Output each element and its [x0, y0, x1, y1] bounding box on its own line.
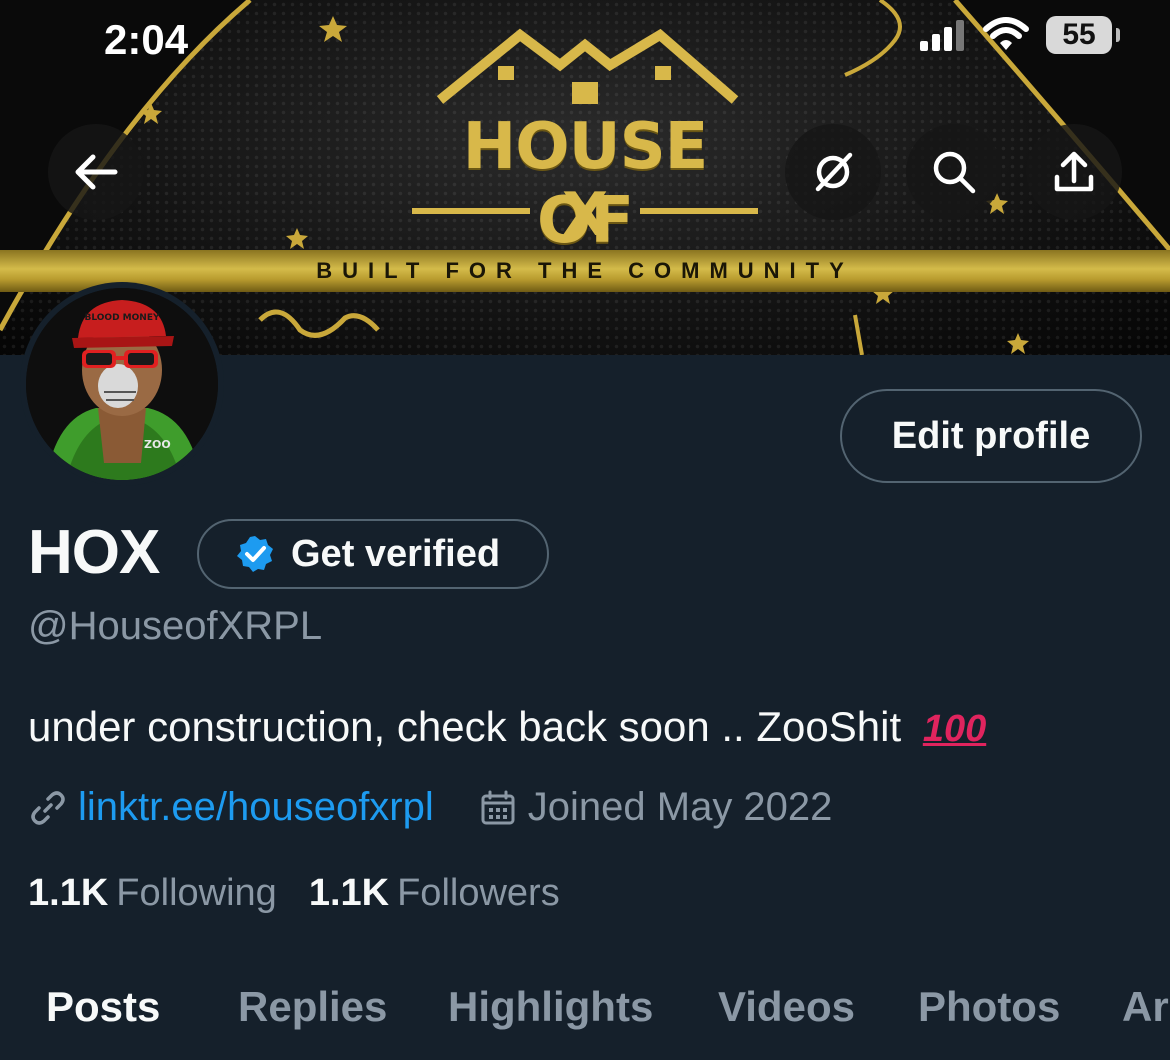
profile-link[interactable]: linktr.ee/houseofxrpl — [78, 785, 434, 830]
share-button[interactable] — [1026, 124, 1122, 220]
battery-indicator: 55 — [1046, 16, 1120, 54]
share-icon — [1054, 151, 1094, 192]
profile-name: HOX — [28, 518, 160, 587]
back-arrow-icon — [75, 154, 118, 190]
wifi-icon — [983, 17, 1029, 50]
edit-profile-button[interactable]: Edit profile — [840, 389, 1142, 483]
avatar-cap-text: BLOOD MONEY — [85, 313, 160, 323]
banner-logo-x: X — [561, 180, 609, 250]
following-link[interactable]: 1.1K Following — [28, 872, 277, 915]
follow-stats: 1.1K Following 1.1K Followers — [28, 872, 560, 915]
following-count: 1.1K — [28, 872, 109, 914]
get-verified-button[interactable]: Get verified — [197, 519, 549, 589]
get-verified-label: Get verified — [291, 532, 501, 575]
profile-tabs: Posts Replies Highlights Videos Photos A… — [0, 983, 1170, 1060]
avatar-tag-text: ZOO — [144, 438, 171, 451]
tab-posts[interactable]: Posts — [46, 983, 160, 1031]
status-time: 2:04 — [104, 16, 189, 63]
joined-date: Joined May 2022 — [527, 785, 833, 829]
status-icons: 55 — [918, 16, 1120, 54]
tab-articles[interactable]: Ar — [1122, 983, 1169, 1031]
tab-replies[interactable]: Replies — [238, 983, 387, 1031]
cellular-signal-icon — [920, 20, 964, 51]
avatar-image: BLOOD MONEY ZOO — [26, 288, 218, 480]
followers-count: 1.1K — [308, 872, 390, 914]
back-button[interactable] — [48, 124, 144, 220]
tab-photos[interactable]: Photos — [918, 983, 1060, 1031]
profile-bio: under construction, check back soon .. Z… — [28, 703, 986, 751]
followers-label: Followers — [397, 872, 560, 914]
avatar-illustration: BLOOD MONEY ZOO — [26, 288, 218, 480]
calendar-icon — [481, 790, 515, 824]
verified-badge-icon — [237, 536, 273, 572]
tab-highlights[interactable]: Highlights — [448, 983, 653, 1031]
profile-handle: @HouseofXRPL — [28, 604, 323, 648]
grok-icon — [815, 152, 853, 192]
search-icon — [933, 151, 976, 194]
grok-button[interactable] — [785, 124, 881, 220]
profile-avatar[interactable]: BLOOD MONEY ZOO — [20, 282, 224, 486]
link-icon — [31, 790, 65, 825]
following-label: Following — [116, 872, 277, 914]
tab-videos[interactable]: Videos — [718, 983, 855, 1031]
banner-tagline: BUILT FOR THE COMMUNITY — [316, 258, 854, 283]
bio-text: under construction, check back soon .. Z… — [28, 703, 902, 750]
hundred-points-emoji: 100 — [922, 708, 987, 750]
followers-link[interactable]: 1.1K Followers — [309, 872, 560, 915]
search-button[interactable] — [906, 124, 1002, 220]
profile-meta: linktr.ee/houseofxrpl Joined May 2022 — [28, 785, 832, 830]
